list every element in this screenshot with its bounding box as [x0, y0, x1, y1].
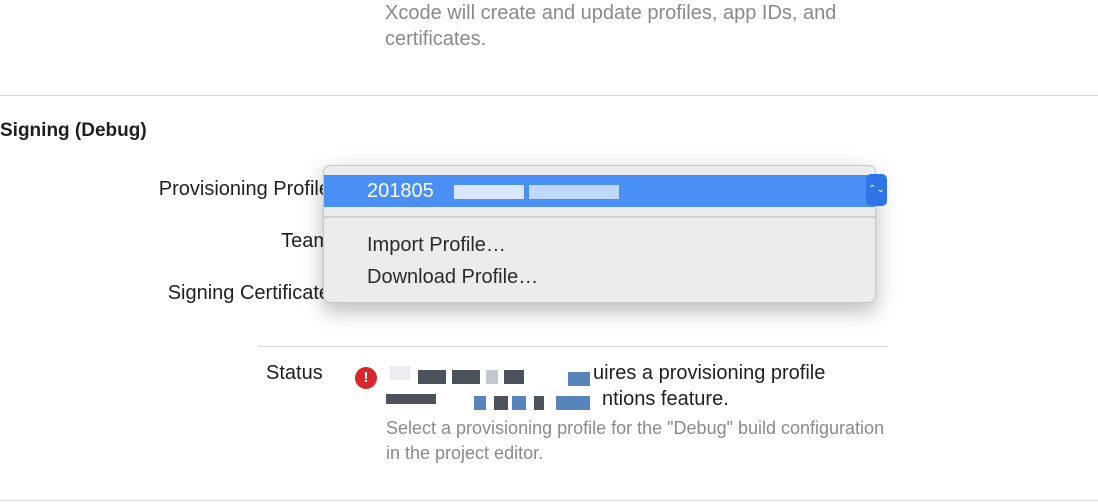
redacted-block — [504, 370, 524, 384]
redacted-block — [534, 396, 544, 410]
section-title: Signing (Debug) — [0, 120, 147, 141]
provisioning-profile-menu[interactable]: 201805 Import Profile… Download Profile… — [323, 165, 876, 303]
redacted-block — [474, 396, 486, 410]
status-label: Status — [266, 362, 323, 384]
status-divider — [258, 346, 888, 347]
status-message-line1: uires a provisioning profile — [593, 362, 826, 384]
redacted-block — [556, 396, 590, 410]
team-label: Team — [281, 230, 330, 252]
status-hint: Select a provisioning profile for the "D… — [386, 418, 885, 463]
redacted-block — [568, 372, 590, 386]
popup-chevron-icon[interactable]: ⌃⌄ — [866, 174, 887, 206]
redacted-block — [512, 396, 526, 410]
status-message-line2: ntions feature. — [602, 388, 729, 410]
menu-item-download-profile[interactable]: Download Profile… — [367, 266, 538, 289]
redacted-profile-name — [454, 185, 524, 199]
menu-item-selected-profile[interactable]: 201805 — [324, 175, 875, 207]
redacted-block — [418, 370, 446, 384]
signing-certificate-label: Signing Certificate — [167, 282, 330, 304]
section-divider-bottom — [0, 500, 1098, 501]
provisioning-profile-label: Provisioning Profile — [158, 178, 330, 200]
automatic-signing-note: Xcode will create and update profiles, a… — [385, 2, 837, 50]
redacted-block — [386, 394, 436, 404]
redacted-block — [390, 366, 410, 380]
error-icon: ! — [355, 367, 377, 389]
redacted-profile-name-2 — [529, 185, 619, 199]
menu-separator — [324, 216, 875, 218]
section-divider-top — [0, 95, 1098, 96]
redacted-block — [486, 370, 498, 384]
menu-item-import-profile[interactable]: Import Profile… — [367, 234, 506, 257]
selected-profile-name: 201805 — [367, 180, 434, 202]
redacted-block — [452, 370, 480, 384]
redacted-block — [494, 396, 508, 410]
